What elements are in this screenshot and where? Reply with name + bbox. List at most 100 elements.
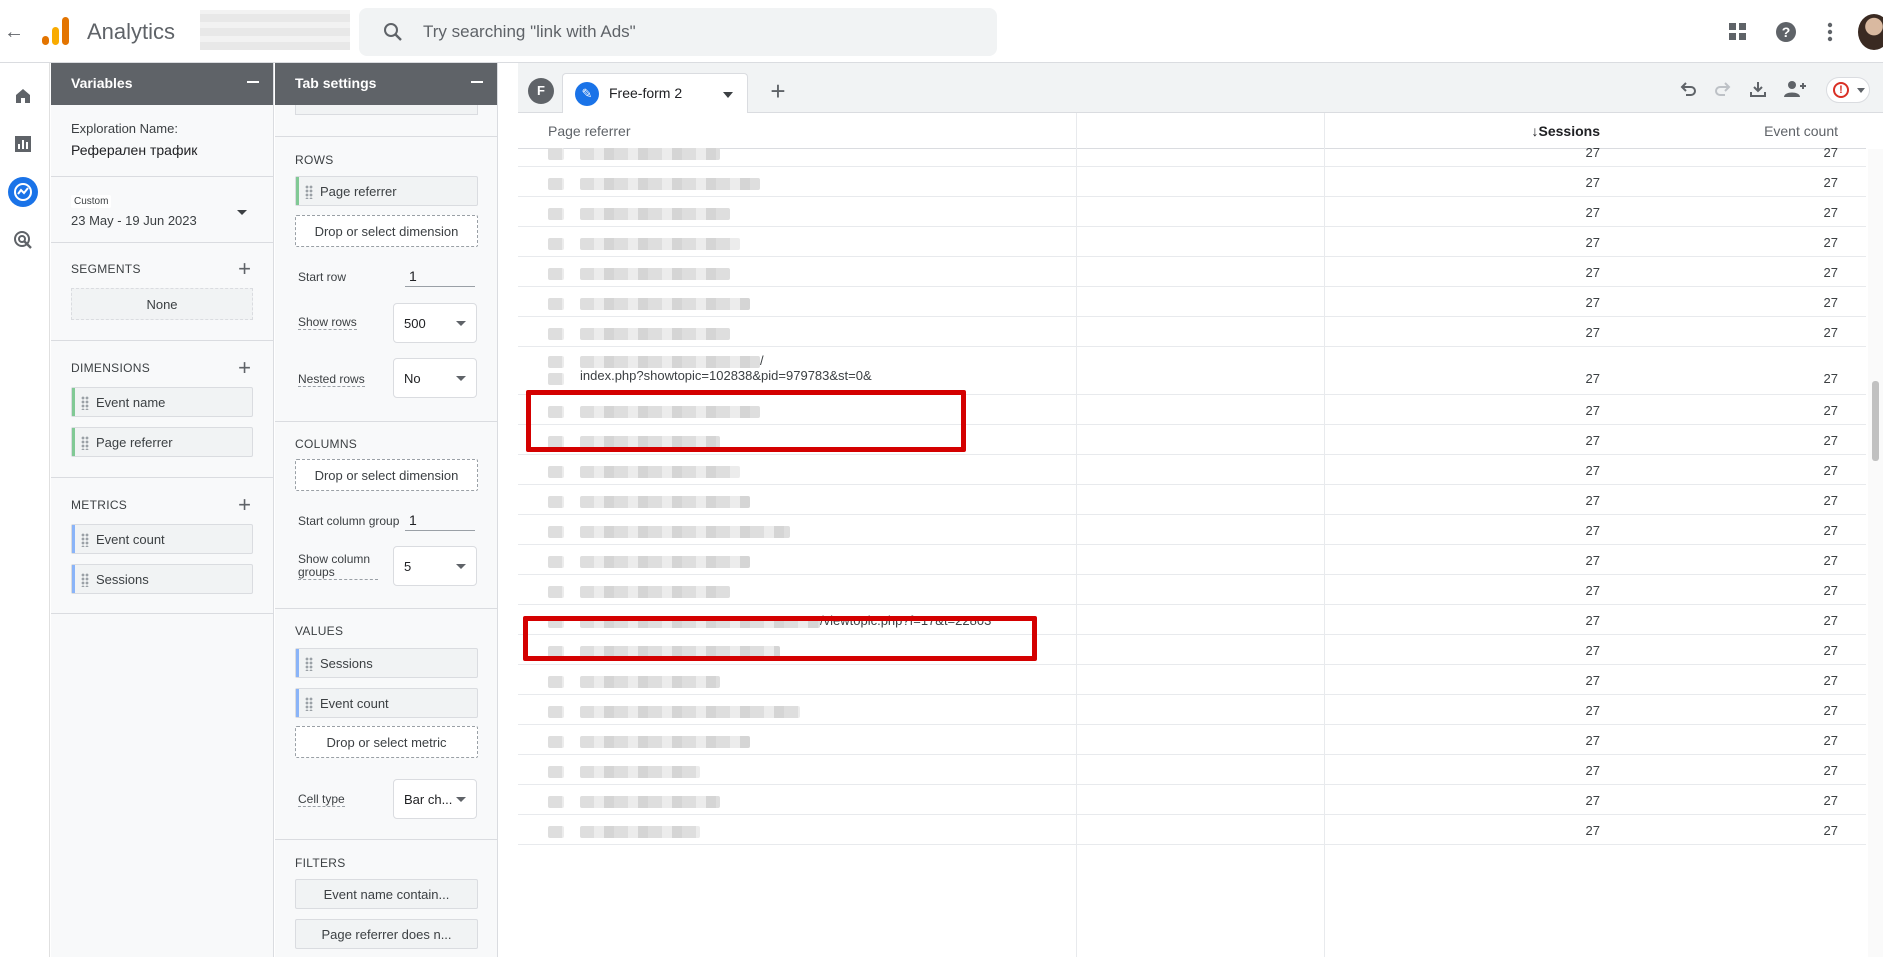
more-vert-icon[interactable] (1816, 18, 1844, 46)
advertising-icon[interactable] (8, 225, 38, 255)
table-row[interactable]: 27 27 (518, 197, 1866, 227)
search-bar[interactable]: Try searching "link with Ads" (359, 8, 997, 56)
date-chip: Custom (71, 195, 112, 208)
table-row[interactable]: 27 27 (518, 317, 1866, 347)
nested-rows-value: No (404, 371, 421, 386)
cell-event-count: 27 (1823, 463, 1838, 478)
cell-event-count: 27 (1823, 325, 1838, 340)
tab-free-form-2[interactable]: ✎ Free-form 2 (562, 73, 748, 113)
table-row[interactable]: 27 27 (518, 455, 1866, 485)
reports-icon[interactable] (8, 129, 38, 159)
share-user-icon[interactable] (1783, 79, 1807, 104)
row-dimension-label: Page referrer (320, 184, 397, 199)
metric-chip-event-count[interactable]: Event count (71, 524, 253, 554)
show-column-groups-select[interactable]: 5 (393, 546, 477, 586)
table-row[interactable]: 27 27 (518, 575, 1866, 605)
start-column-group-label: Start column group (298, 514, 400, 528)
table-row[interactable]: 27 27 (518, 725, 1866, 755)
back-arrow-icon[interactable]: ← (2, 18, 26, 46)
table-row[interactable]: 27 27 (518, 695, 1866, 725)
drag-handle-icon[interactable] (81, 573, 89, 587)
table-row[interactable]: 27 27 (518, 755, 1866, 785)
add-dimension-icon[interactable]: + (238, 357, 251, 379)
table-row[interactable]: 27 27 (518, 137, 1866, 167)
scrollbar-thumb[interactable] (1872, 381, 1879, 461)
table-row[interactable]: / index.php?showtopic=102838&pid=979783&s… (518, 347, 1866, 395)
table-row[interactable]: 27 27 (518, 227, 1866, 257)
drag-handle-icon[interactable] (305, 657, 313, 671)
pencil-icon: ✎ (575, 82, 599, 106)
drag-handle-icon[interactable] (81, 436, 89, 450)
cell-sessions: 27 (1585, 793, 1600, 808)
minimize-variables-icon[interactable] (247, 81, 259, 83)
cell-event-count: 27 (1823, 403, 1838, 418)
download-icon[interactable] (1746, 79, 1770, 104)
drop-column-dimension[interactable]: Drop or select dimension (295, 459, 478, 491)
cell-sessions: 27 (1585, 433, 1600, 448)
add-segment-icon[interactable]: + (238, 258, 251, 280)
cell-sessions: 27 (1585, 145, 1600, 160)
drag-handle-icon[interactable] (81, 533, 89, 547)
add-metric-icon[interactable]: + (238, 494, 251, 516)
avatar[interactable] (1858, 14, 1883, 50)
table-row[interactable]: 27 27 (518, 167, 1866, 197)
nested-rows-select[interactable]: No (393, 358, 477, 398)
top-bar: ← Analytics Try searching "link with Ads… (0, 0, 1883, 63)
value-chip-event-count[interactable]: Event count (295, 688, 478, 718)
show-rows-select[interactable]: 500 (393, 303, 477, 343)
help-icon[interactable]: ? (1772, 18, 1800, 46)
warning-menu[interactable]: ! (1826, 77, 1870, 103)
search-input[interactable]: Try searching "link with Ads" (423, 22, 636, 42)
table-row[interactable]: 27 27 (518, 257, 1866, 287)
redo-icon[interactable] (1711, 79, 1735, 104)
dimension-chip-page-referrer[interactable]: Page referrer (71, 427, 253, 457)
drag-handle-icon[interactable] (305, 185, 313, 199)
date-range-section[interactable]: Custom 23 May - 19 Jun 2023 (51, 177, 273, 243)
metric-chip-sessions[interactable]: Sessions (71, 564, 253, 594)
drag-handle-icon[interactable] (81, 396, 89, 410)
start-row-input[interactable]: 1 (405, 266, 475, 287)
apps-grid-icon[interactable] (1724, 18, 1752, 46)
tab-dropdown-icon[interactable] (723, 92, 733, 98)
explore-icon[interactable] (8, 177, 38, 207)
filter-chip-page-referrer[interactable]: Page referrer does n... (295, 919, 478, 949)
tab-settings-header: Tab settings (275, 63, 497, 105)
account-selector[interactable] (200, 10, 350, 50)
variables-panel: Variables Exploration Name: Реферален тр… (51, 63, 274, 957)
technique-badge[interactable]: F (528, 78, 554, 104)
table-row[interactable]: 27 27 (518, 815, 1866, 845)
cell-event-count: 27 (1823, 823, 1838, 838)
cell-sessions: 27 (1585, 325, 1600, 340)
dimension-chip-event-name[interactable]: Event name (71, 387, 253, 417)
drop-row-dimension[interactable]: Drop or select dimension (295, 215, 478, 247)
cell-page-referrer (548, 553, 750, 568)
segments-none[interactable]: None (71, 288, 253, 320)
add-tab-button[interactable]: + (762, 75, 794, 107)
scrollbar[interactable] (1868, 149, 1883, 957)
table-row[interactable]: 27 27 (518, 785, 1866, 815)
start-column-group-input[interactable]: 1 (405, 510, 475, 531)
table-row[interactable]: 27 27 (518, 665, 1866, 695)
table-row[interactable]: 27 27 (518, 545, 1866, 575)
undo-icon[interactable] (1676, 79, 1700, 104)
cell-sessions: 27 (1585, 613, 1600, 628)
drag-handle-icon[interactable] (305, 697, 313, 711)
cell-event-count: 27 (1823, 295, 1838, 310)
table-row[interactable]: 27 27 (518, 485, 1866, 515)
table-row[interactable]: 27 27 (518, 515, 1866, 545)
filter-chip-event-name[interactable]: Event name contain... (295, 879, 478, 909)
exploration-name-value[interactable]: Реферален трафик (71, 142, 253, 158)
date-dropdown-icon[interactable] (237, 210, 247, 215)
row-chip-page-referrer[interactable]: Page referrer (295, 176, 478, 206)
tab-bar: F ✎ Free-form 2 + ! (518, 63, 1883, 113)
value-chip-sessions[interactable]: Sessions (295, 648, 478, 678)
cell-type-select[interactable]: Bar ch... (393, 779, 477, 819)
minimize-tab-settings-icon[interactable] (471, 81, 483, 83)
cell-type-label: Cell type (298, 792, 345, 807)
cell-page-referrer (548, 265, 730, 280)
table-row[interactable]: 27 27 (518, 287, 1866, 317)
home-icon[interactable] (8, 81, 38, 111)
segments-section: SEGMENTS + None (51, 243, 273, 341)
drop-metric[interactable]: Drop or select metric (295, 726, 478, 758)
cell-sessions: 27 (1585, 235, 1600, 250)
